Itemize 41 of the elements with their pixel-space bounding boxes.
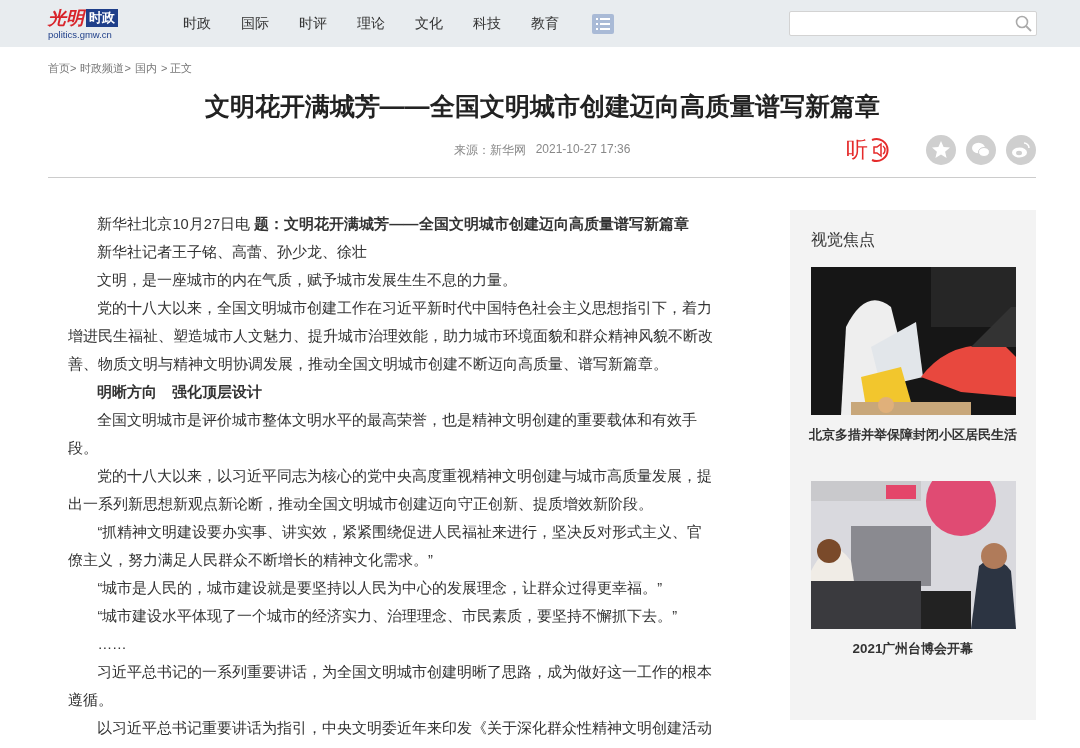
sidebar-title: 视觉焦点 [811,230,876,250]
breadcrumb-link[interactable]: 国内 [134,61,157,75]
article-paragraph: “城市是人民的，城市建设就是要坚持以人民为中心的发展理念，让群众过得更幸福。” [96,579,664,598]
logo-mark: 光明 [48,6,84,29]
nav-link[interactable]: 时评 [284,14,342,33]
article-paragraph: “城市建设水平体现了一个城市的经济实力、治理理念、市民素质，要坚持不懈抓下去。” [96,607,679,626]
nav-link[interactable]: 教育 [516,14,574,33]
nav-link[interactable]: 文化 [400,14,458,33]
article-source: 来源：新华网 [453,141,526,159]
search-icon[interactable] [1015,15,1032,32]
article-paragraph: 新华社北京10月27日电 题：文明花开满城芳——全国文明城市创建迈向高质量谱写新篇章 [96,215,690,234]
search-field[interactable] [789,11,1037,36]
article-paragraph: 全国文明城市是评价城市整体文明水平的最高荣誉，也是精神文明创建的重要载体和有效手段。 [68,411,699,458]
picture-caption[interactable]: 2021广州台博会开幕 [805,639,1021,659]
article-paragraph: “抓精神文明建设要办实事、讲实效，紧紧围绕促进人民福祉来进行，坚决反对形式主义、官僚主义，努力满足人民群众不断增长的精神文化需求。” [68,523,704,570]
article-time: 2021-10-27 17:36 [535,141,631,158]
weibo-share-icon[interactable] [1006,135,1036,165]
article-paragraph: …… [96,635,128,654]
breadcrumb-link[interactable]: 时政频道> [80,61,131,75]
menu-icon[interactable] [592,13,614,34]
article-paragraph: 党的十八大以来，全国文明城市创建工作在习近平新时代中国特色社会主义思想指引下，着力增进民生福祉、塑造城市人文魅力、提升城市治理效能，助力城市环境面貌和群众精神风貌不断改善、物质文明与精神文明协调发展，推动全国文明城市创建不断迈向高质量、谱写新篇章。 [68,299,714,374]
picture-caption[interactable]: 北京多措并举保障封闭小区居民生活 [805,425,1021,445]
article-title: 文明花开满城芳——全国文明城市创建迈向高质量谱写新篇章 [203,91,881,122]
article-paragraph: 党的十八大以来，以习近平同志为核心的党中央高度重视精神文明创建与城市高质量发展，提出一系列新思想新观点新论断，推动全国文明城市创建迈向守正创新、提质增效新阶段。 [68,467,714,514]
listen-button[interactable]: 听 [846,137,890,163]
breadcrumb-link[interactable]: > 正文 [160,61,193,75]
section-heading: 明晰方向 强化顶层设计 [96,383,264,402]
logo-domain: politics.gmw.cn [48,28,113,41]
logo-channel: 时政 [86,8,118,27]
nav-link[interactable]: 理论 [342,14,400,33]
article-paragraph: 文明，是一座城市的内在气质，赋予城市发展生生不息的力量。 [96,271,519,290]
article-paragraph: 以习近平总书记重要讲话为指引，中央文明委近年来印发《关于深化群众性精神文明创建活动 [96,719,714,738]
article-paragraph: 习近平总书记的一系列重要讲话，为全国文明城市创建明晰了思路，成为做好这一工作的根本遵循。 [68,663,714,710]
nav-link[interactable]: 时政 [168,14,226,33]
breadcrumb-link[interactable]: 首页> [48,61,77,75]
star-share-icon[interactable] [926,135,956,165]
chat-share-icon[interactable] [966,135,996,165]
nav-link[interactable]: 国际 [226,14,284,33]
nav-link[interactable]: 科技 [458,14,516,33]
article-paragraph: 新华社记者王子铭、高蕾、孙少龙、徐壮 [96,243,369,262]
site-logo[interactable]: 光明 时政 politics.gmw.cn [48,6,132,41]
